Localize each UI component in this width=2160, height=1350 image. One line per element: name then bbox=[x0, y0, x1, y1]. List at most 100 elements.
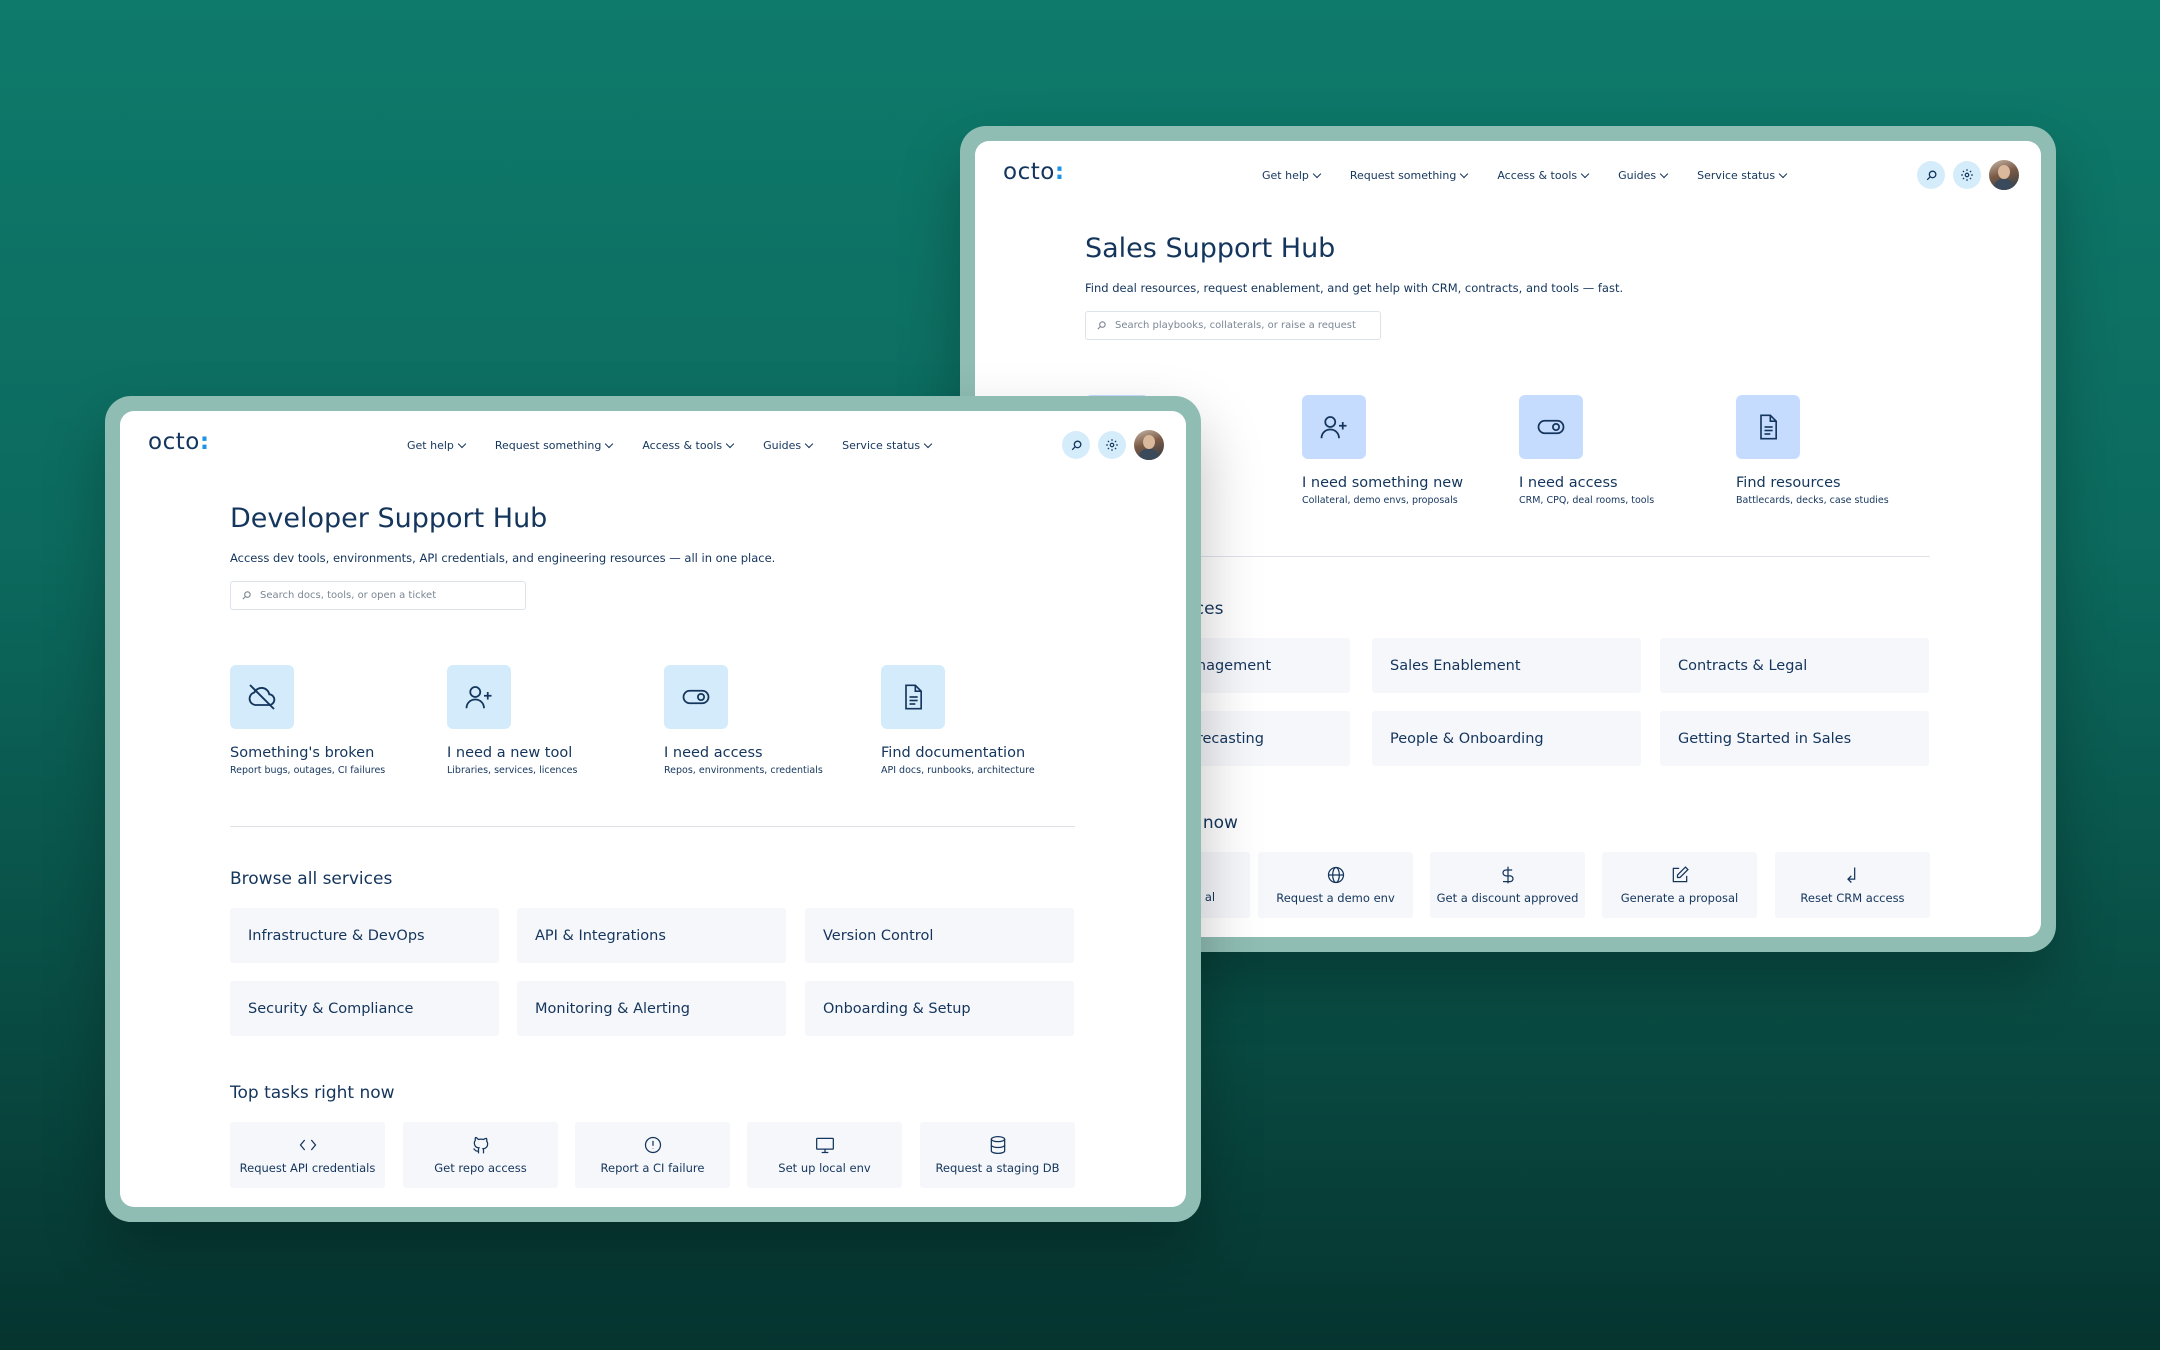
task-discount-approved[interactable]: Get a discount approved bbox=[1430, 852, 1585, 918]
task-get-repo-access[interactable]: Get repo access bbox=[403, 1122, 558, 1188]
user-plus-icon bbox=[447, 665, 511, 729]
quick-action-desc: Libraries, services, licences bbox=[447, 765, 578, 776]
service-tile[interactable]: Security & Compliance bbox=[230, 981, 499, 1036]
service-tile[interactable]: API & Integrations bbox=[517, 908, 786, 963]
service-tile[interactable]: Onboarding & Setup bbox=[805, 981, 1074, 1036]
service-tile[interactable]: Contracts & Legal bbox=[1660, 638, 1929, 693]
gear-icon bbox=[1106, 439, 1118, 451]
task-label: al bbox=[1204, 890, 1216, 904]
nav-service-status[interactable]: Service status bbox=[1697, 169, 1788, 182]
page-title: Sales Support Hub bbox=[1085, 233, 1336, 264]
service-tile[interactable]: People & Onboarding bbox=[1372, 711, 1641, 766]
main-menu: Get help Request something Access & tool… bbox=[407, 439, 933, 452]
chevron-down-icon bbox=[1460, 169, 1469, 179]
page-subtitle: Find deal resources, request enablement,… bbox=[1085, 281, 1624, 295]
task-label: Generate a proposal bbox=[1620, 891, 1739, 905]
nav-actions bbox=[1062, 430, 1164, 460]
service-tile[interactable]: Getting Started in Sales bbox=[1660, 711, 1929, 766]
nav-service-status[interactable]: Service status bbox=[842, 439, 933, 452]
globe-icon bbox=[1327, 866, 1344, 884]
code-icon bbox=[299, 1139, 316, 1151]
search-button[interactable] bbox=[1062, 431, 1090, 459]
quick-action-documentation[interactable]: Find documentation API docs, runbooks, a… bbox=[881, 665, 1081, 776]
chevron-down-icon bbox=[1778, 169, 1788, 179]
settings-button[interactable] bbox=[1098, 431, 1126, 459]
task-set-up-local-env[interactable]: Set up local env bbox=[747, 1122, 902, 1188]
search-icon bbox=[1097, 321, 1106, 330]
search-field[interactable] bbox=[230, 581, 526, 610]
task-label: Set up local env bbox=[778, 1161, 871, 1175]
nav-guides[interactable]: Guides bbox=[1618, 169, 1669, 182]
search-field[interactable] bbox=[1085, 311, 1381, 340]
task-report-ci-failure[interactable]: Report a CI failure bbox=[575, 1122, 730, 1188]
search-input[interactable] bbox=[1115, 320, 1371, 331]
edit-icon bbox=[1672, 866, 1689, 883]
task-request-demo-env[interactable]: Request a demo env bbox=[1258, 852, 1413, 918]
quick-action-label: Something's broken bbox=[230, 745, 375, 761]
service-tile[interactable]: Sales Enablement bbox=[1372, 638, 1641, 693]
github-icon bbox=[472, 1136, 488, 1154]
arrow-down-left-icon bbox=[1846, 867, 1855, 883]
quick-action-desc: API docs, runbooks, architecture bbox=[881, 765, 1035, 776]
monitor-icon bbox=[815, 1137, 834, 1154]
nav-access-tools[interactable]: Access & tools bbox=[642, 439, 735, 452]
service-tile[interactable]: Version Control bbox=[805, 908, 1074, 963]
logo[interactable]: octo: bbox=[1003, 159, 1065, 185]
quick-action-desc: Battlecards, decks, case studies bbox=[1736, 495, 1889, 506]
task-generate-proposal[interactable]: Generate a proposal bbox=[1602, 852, 1757, 918]
chevron-down-icon bbox=[457, 439, 467, 449]
logo[interactable]: octo: bbox=[148, 429, 210, 455]
settings-button[interactable] bbox=[1953, 161, 1981, 189]
quick-action-something-new[interactable]: I need something new Collateral, demo en… bbox=[1302, 395, 1502, 506]
nav-actions bbox=[1917, 160, 2019, 190]
avatar[interactable] bbox=[1989, 160, 2019, 190]
alert-circle-icon bbox=[644, 1136, 661, 1154]
service-tile[interactable]: Monitoring & Alerting bbox=[517, 981, 786, 1036]
page-subtitle: Access dev tools, environments, API cred… bbox=[230, 551, 776, 565]
search-button[interactable] bbox=[1917, 161, 1945, 189]
page-title: Developer Support Hub bbox=[230, 503, 548, 534]
nav-guides[interactable]: Guides bbox=[763, 439, 814, 452]
search-icon bbox=[1071, 440, 1081, 450]
nav-request-something[interactable]: Request something bbox=[1350, 169, 1469, 182]
avatar[interactable] bbox=[1134, 430, 1164, 460]
nav-access-tools[interactable]: Access & tools bbox=[1497, 169, 1590, 182]
quick-action-desc: Repos, environments, credentials bbox=[664, 765, 823, 776]
task-label: Get a discount approved bbox=[1436, 891, 1579, 905]
task-label: Reset CRM access bbox=[1800, 891, 1905, 905]
task-request-staging-db[interactable]: Request a staging DB bbox=[920, 1122, 1075, 1188]
quick-action-desc: CRM, CPQ, deal rooms, tools bbox=[1519, 495, 1655, 506]
task-request-api-credentials[interactable]: Request API credentials bbox=[230, 1122, 385, 1188]
quick-action-label: I need access bbox=[664, 745, 763, 761]
task-reset-crm[interactable]: Reset CRM access bbox=[1775, 852, 1930, 918]
search-input[interactable] bbox=[260, 590, 516, 601]
quick-action-label: I need a new tool bbox=[447, 745, 573, 761]
document-icon bbox=[1736, 395, 1800, 459]
toggle-icon bbox=[664, 665, 728, 729]
chevron-down-icon bbox=[1580, 169, 1590, 179]
task-label: Request API credentials bbox=[239, 1161, 376, 1175]
toggle-icon bbox=[1519, 395, 1583, 459]
services-heading: Browse all services bbox=[230, 869, 393, 889]
developer-hub-screen: octo: Get help Request something Access … bbox=[120, 411, 1186, 1207]
quick-action-desc: Collateral, demo envs, proposals bbox=[1302, 495, 1458, 506]
quick-action-access[interactable]: I need access Repos, environments, crede… bbox=[664, 665, 864, 776]
task-label: Report a CI failure bbox=[600, 1161, 705, 1175]
nav-get-help[interactable]: Get help bbox=[407, 439, 467, 452]
quick-action-desc: Report bugs, outages, CI failures bbox=[230, 765, 386, 776]
service-tile[interactable]: Infrastructure & DevOps bbox=[230, 908, 499, 963]
chevron-down-icon bbox=[725, 439, 735, 449]
nav-request-something[interactable]: Request something bbox=[495, 439, 614, 452]
quick-action-access[interactable]: I need access CRM, CPQ, deal rooms, tool… bbox=[1519, 395, 1719, 506]
quick-action-label: I need something new bbox=[1302, 475, 1464, 491]
tasks-heading: Top tasks right now bbox=[230, 1083, 395, 1103]
quick-action-label: Find documentation bbox=[881, 745, 1026, 761]
search-icon bbox=[1926, 170, 1936, 180]
task-label: Request a demo env bbox=[1276, 891, 1395, 905]
nav-get-help[interactable]: Get help bbox=[1262, 169, 1322, 182]
quick-action-new-tool[interactable]: I need a new tool Libraries, services, l… bbox=[447, 665, 647, 776]
database-icon bbox=[990, 1136, 1005, 1154]
developer-hub-window: octo: Get help Request something Access … bbox=[105, 396, 1201, 1222]
quick-action-broken[interactable]: Something's broken Report bugs, outages,… bbox=[230, 665, 430, 776]
quick-action-resources[interactable]: Find resources Battlecards, decks, case … bbox=[1736, 395, 1936, 506]
